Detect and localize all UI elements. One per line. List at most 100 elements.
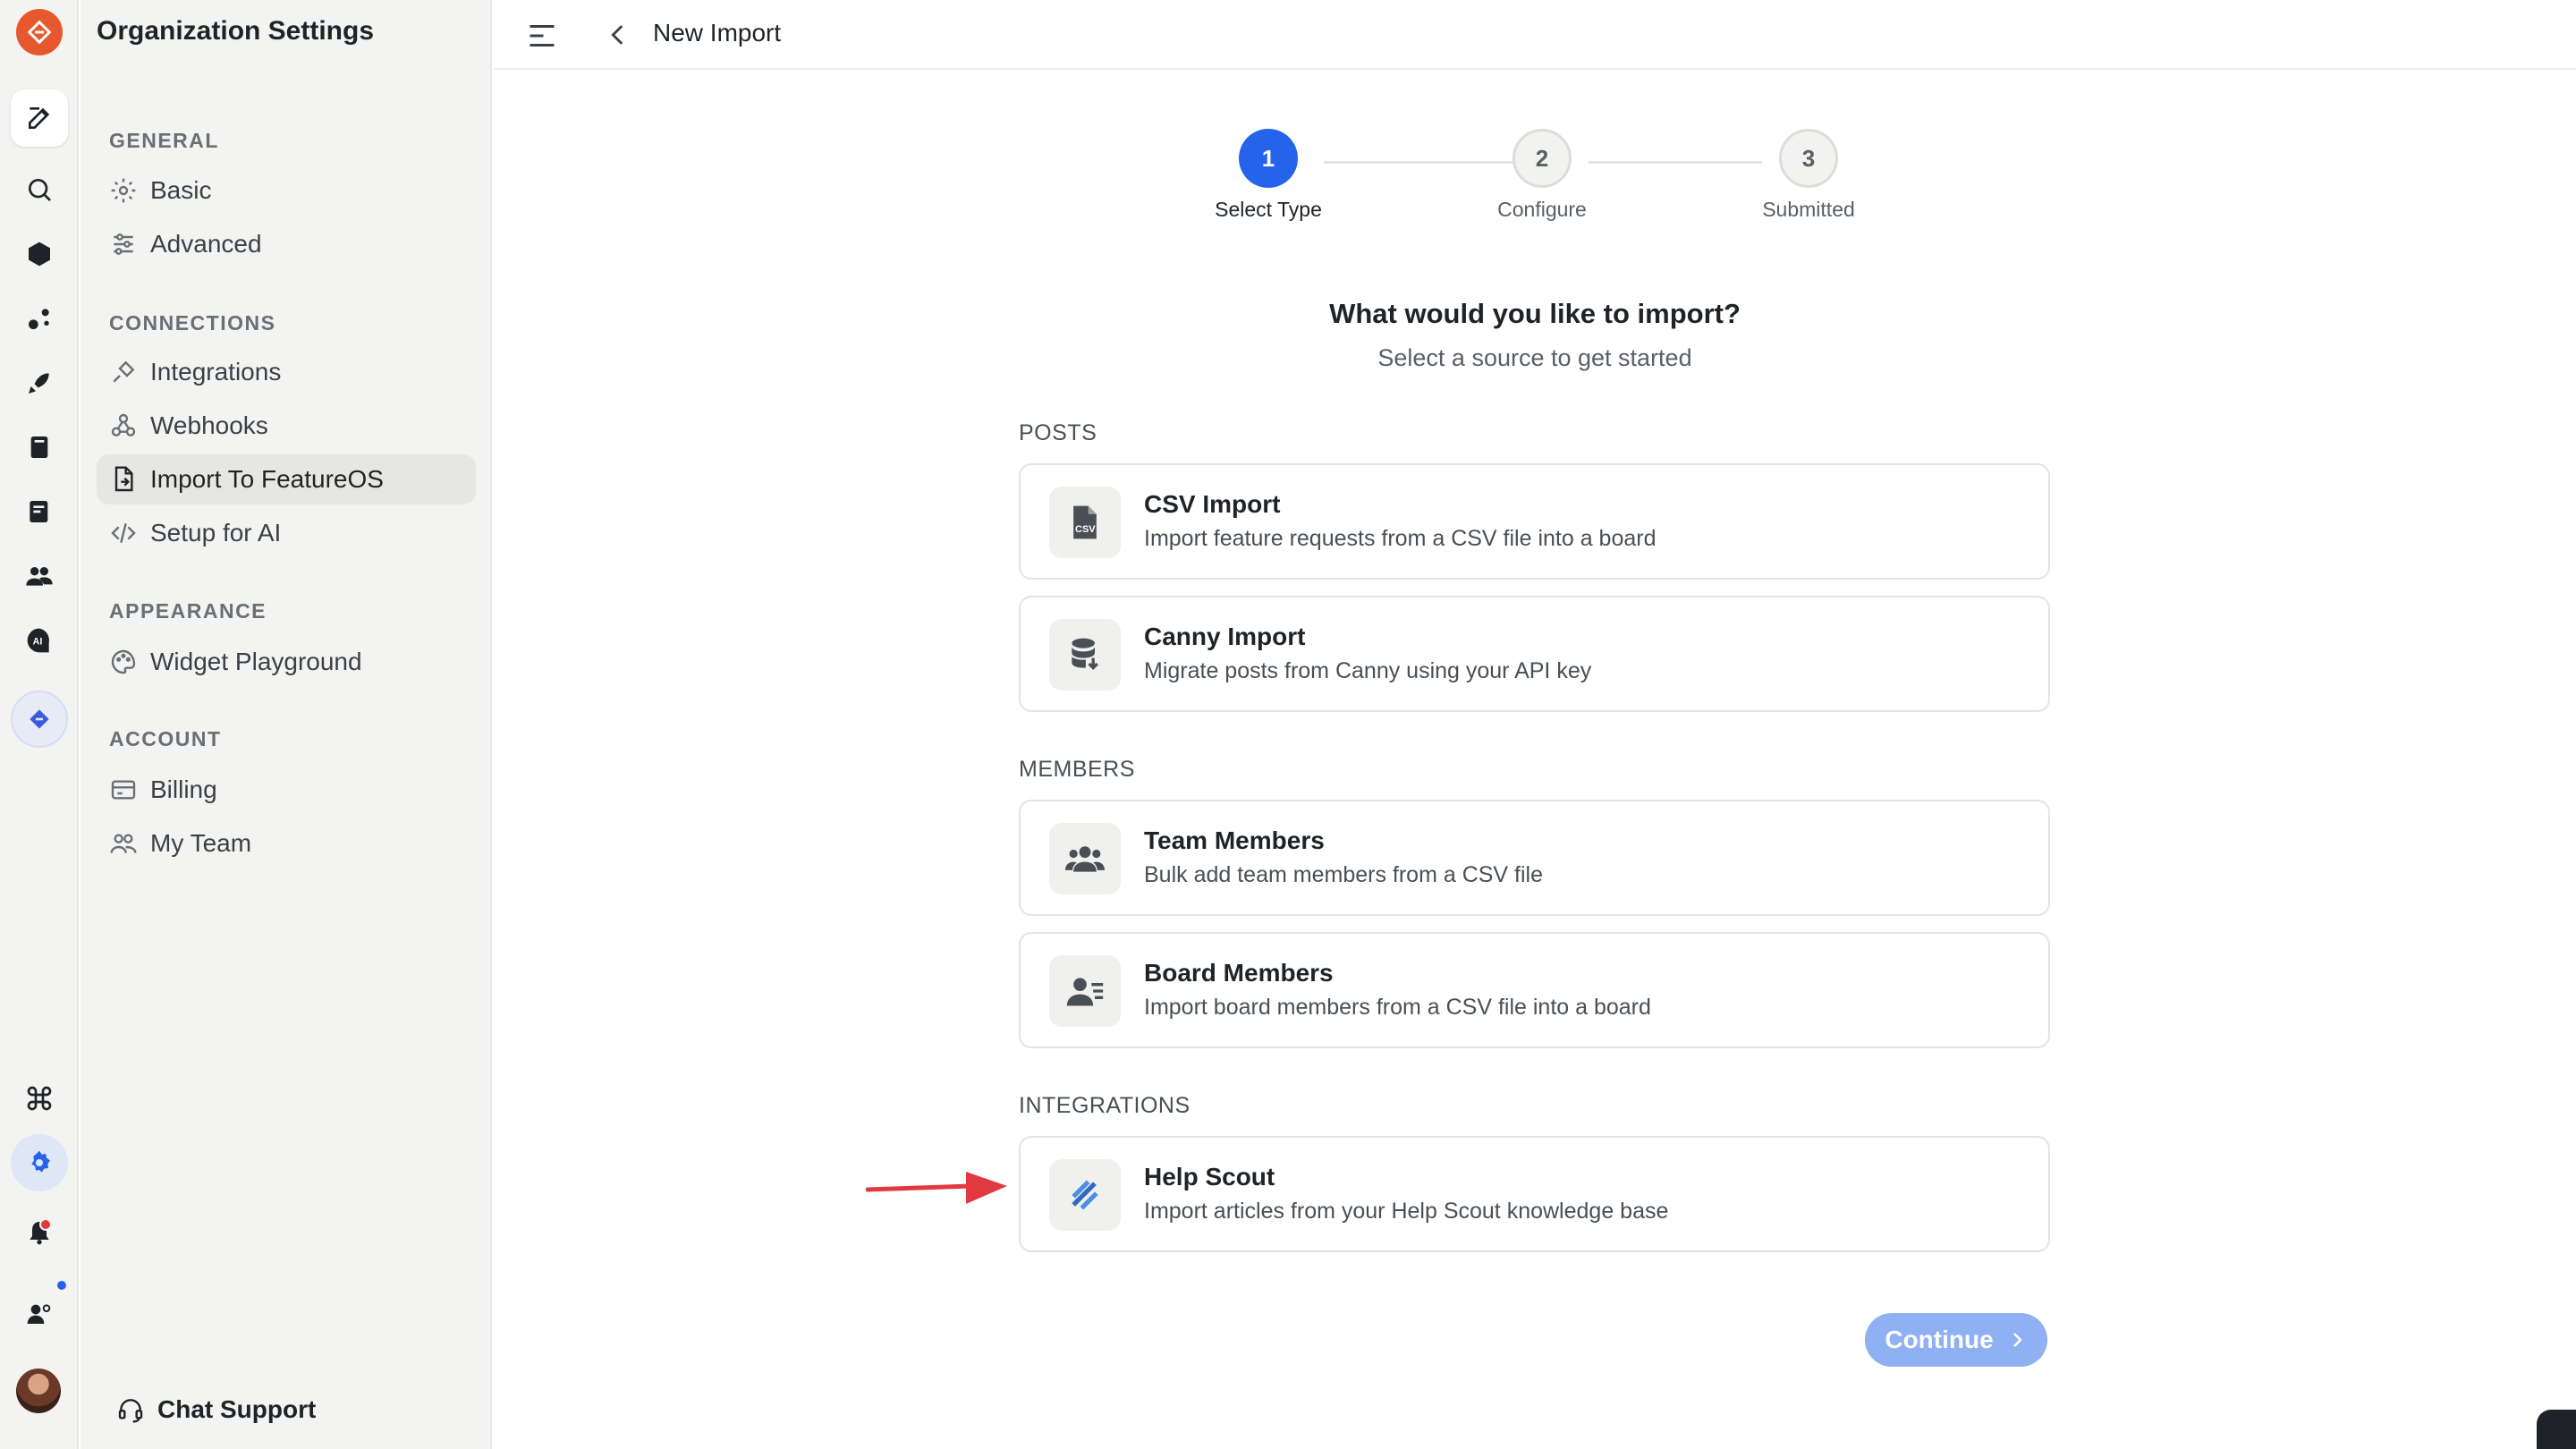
settings-gear-icon[interactable] (11, 1134, 68, 1191)
users-icon[interactable] (11, 547, 68, 605)
code-icon (111, 523, 136, 543)
card-description: Bulk add team members from a CSV file (1144, 862, 1543, 887)
section-general: GENERAL (109, 129, 219, 152)
csv-file-icon: CSV (1049, 487, 1121, 558)
sidebar-item-label: Widget Playground (150, 648, 362, 675)
sidebar-item-label: Billing (150, 775, 217, 803)
sidebar-title: Organization Settings (97, 16, 375, 46)
pointer-arrow-icon (866, 1172, 1007, 1204)
card-description: Import board members from a CSV file int… (1144, 995, 1651, 1020)
file-import-icon (114, 466, 133, 492)
settings-sidebar: Organization Settings GENERAL Basic Adva… (80, 0, 492, 1449)
team-icon (110, 834, 137, 853)
sidebar-item-billing[interactable]: Billing (97, 765, 476, 815)
import-subheading: Select a source to get started (1377, 344, 1692, 371)
icon-rail: AI (0, 0, 79, 1449)
notification-badge (39, 1218, 52, 1231)
section-connections: CONNECTIONS (109, 311, 276, 335)
import-heading: What would you like to import? (1329, 298, 1741, 329)
section-account: ACCOUNT (109, 727, 222, 750)
menu-toggle-icon[interactable] (526, 20, 558, 52)
user-avatar[interactable] (16, 1368, 61, 1413)
featureos-logo-icon[interactable] (16, 9, 63, 55)
step-2-label: Configure (1497, 198, 1587, 221)
csv-import-card[interactable]: CSV CSV Import Import feature requests f… (1019, 463, 2050, 580)
section-appearance: APPEARANCE (109, 599, 267, 623)
sidebar-item-my-team[interactable]: My Team (97, 818, 476, 869)
user-list-icon (1049, 955, 1121, 1027)
card-title: CSV Import (1144, 490, 1281, 518)
ai-chat-icon[interactable]: AI (11, 612, 68, 669)
sliders-icon (114, 233, 133, 255)
sidebar-item-label: Advanced (150, 230, 262, 258)
box-icon[interactable] (11, 225, 68, 283)
continue-button[interactable]: Continue (1865, 1313, 2047, 1367)
notes-icon[interactable] (11, 483, 68, 540)
chevron-right-icon (2012, 1333, 2022, 1347)
sidebar-item-setup-ai[interactable]: Setup for AI (97, 508, 476, 558)
sidebar-item-advanced[interactable]: Advanced (97, 219, 476, 269)
sidebar-item-webhooks[interactable]: Webhooks (97, 401, 476, 451)
search-icon[interactable] (11, 161, 68, 218)
headset-icon (118, 1399, 143, 1423)
status-dot (55, 1279, 68, 1292)
top-bar: New Import (494, 0, 2576, 70)
card-title: Team Members (1144, 826, 1325, 854)
card-title: Board Members (1144, 959, 1334, 987)
step-2-indicator: 2 (1513, 129, 1572, 188)
group-integrations-label: INTEGRATIONS (1019, 1093, 1191, 1118)
card-description: Import articles from your Help Scout kno… (1144, 1199, 1669, 1224)
book-icon[interactable] (11, 419, 68, 476)
chat-support-button[interactable]: Chat Support (116, 1395, 316, 1424)
app-switcher-icon[interactable] (11, 691, 68, 748)
main-content: New Import 1 Select Type 2 Configure 3 S… (494, 0, 2576, 1449)
sidebar-item-basic[interactable]: Basic (97, 165, 476, 216)
gear-icon (111, 178, 136, 203)
card-title: Canny Import (1144, 623, 1306, 650)
group-posts-label: POSTS (1019, 420, 1097, 445)
chat-support-label: Chat Support (157, 1395, 317, 1423)
database-import-icon (1049, 619, 1121, 691)
svg-text:CSV: CSV (1075, 524, 1096, 535)
sidebar-item-label: Import To FeatureOS (150, 465, 384, 493)
help-widget-corner[interactable] (2537, 1410, 2576, 1449)
step-3-label: Submitted (1762, 198, 1855, 221)
integrations-icon[interactable] (11, 290, 68, 347)
sidebar-item-label: Setup for AI (150, 519, 282, 547)
back-chevron-icon[interactable] (603, 20, 633, 50)
users-group-icon (1049, 823, 1121, 894)
sidebar-item-label: Integrations (150, 358, 282, 386)
palette-icon (111, 649, 136, 674)
page-title: New Import (653, 19, 782, 47)
credit-card-icon (111, 780, 136, 800)
team-members-card[interactable]: Team Members Bulk add team members from … (1019, 800, 2050, 916)
sidebar-item-import[interactable]: Import To FeatureOS (97, 454, 476, 504)
plug-icon (113, 360, 135, 383)
edit-icon[interactable] (11, 89, 68, 147)
step-1-indicator: 1 (1239, 129, 1298, 188)
sidebar-item-label: My Team (150, 829, 252, 857)
webhook-icon (111, 413, 136, 436)
notifications-icon[interactable] (11, 1204, 68, 1261)
sidebar-item-label: Basic (150, 176, 212, 204)
rocket-icon[interactable] (11, 354, 68, 411)
command-icon[interactable] (11, 1070, 68, 1127)
sidebar-item-integrations[interactable]: Integrations (97, 347, 476, 397)
help-scout-logo-icon (1049, 1159, 1121, 1231)
step-3-indicator: 3 (1779, 129, 1838, 188)
help-scout-card[interactable]: Help Scout Import articles from your Hel… (1019, 1136, 2050, 1252)
board-members-card[interactable]: Board Members Import board members from … (1019, 932, 2050, 1048)
card-description: Migrate posts from Canny using your API … (1144, 658, 1592, 683)
stepper-connector (1324, 161, 1531, 164)
stepper-connector (1589, 161, 1762, 164)
user-support-icon[interactable] (11, 1284, 68, 1342)
card-title: Help Scout (1144, 1163, 1275, 1191)
group-members-label: MEMBERS (1019, 757, 1135, 782)
continue-label: Continue (1885, 1326, 1994, 1353)
sidebar-item-label: Webhooks (150, 411, 268, 439)
svg-text:AI: AI (33, 637, 43, 648)
card-description: Import feature requests from a CSV file … (1144, 526, 1657, 551)
step-1-label: Select Type (1215, 198, 1322, 221)
sidebar-item-widget-playground[interactable]: Widget Playground (97, 637, 476, 687)
canny-import-card[interactable]: Canny Import Migrate posts from Canny us… (1019, 596, 2050, 712)
